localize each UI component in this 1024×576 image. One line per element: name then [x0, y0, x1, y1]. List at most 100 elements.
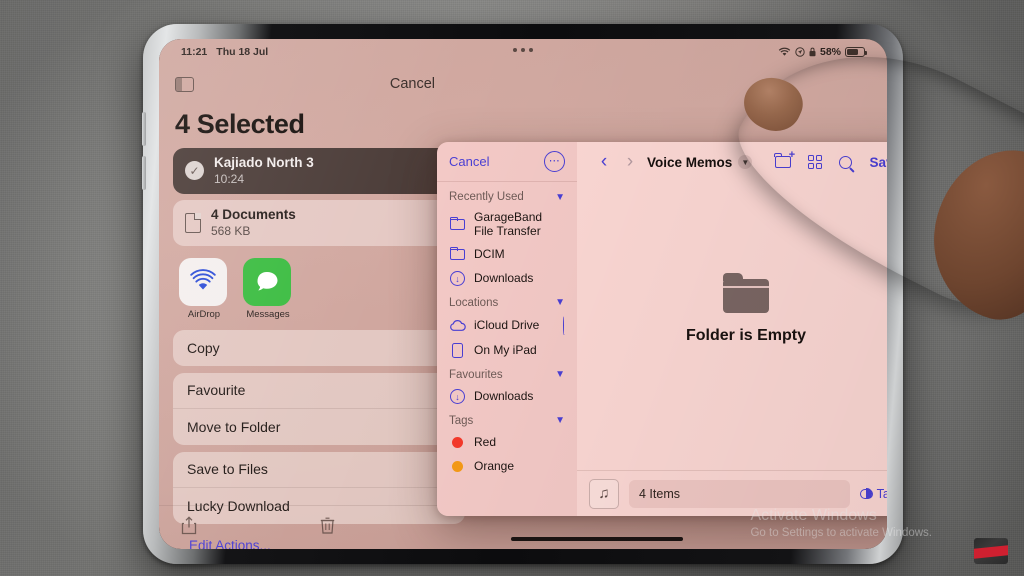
- battery-percent: 58%: [819, 46, 841, 58]
- empty-folder-state: Folder is Empty: [577, 182, 887, 470]
- cloud-icon: [449, 319, 466, 332]
- download-circle-icon: ↓: [449, 389, 466, 405]
- battery-icon: [845, 47, 868, 57]
- files-sidebar-scroll[interactable]: Recently Used ▼ GarageBand File Transfer…: [437, 182, 577, 516]
- ipad-screen: 11:21 Thu 18 Jul 58% Cancel 4 Selected ✓…: [159, 39, 887, 549]
- action-save-to-files[interactable]: Save to Files: [173, 452, 465, 488]
- share-target-label: Messages: [246, 308, 290, 320]
- chevron-down-icon[interactable]: ▼: [555, 192, 565, 203]
- checkmark-icon: ✓: [185, 161, 204, 181]
- filename-input[interactable]: 4 Items: [629, 479, 850, 508]
- sidebar-item-tag-orange[interactable]: Orange: [437, 455, 577, 479]
- sidebar-item-label: DCIM: [474, 246, 505, 261]
- share-target-messages[interactable]: Messages: [243, 257, 293, 320]
- ipad-bezel: 11:21 Thu 18 Jul 58% Cancel 4 Selected ✓…: [159, 39, 887, 549]
- status-bar: 11:21 Thu 18 Jul 58%: [159, 39, 887, 65]
- files-sidebar-header: Cancel ⋯: [437, 142, 577, 182]
- selected-recording-row[interactable]: ✓ Kajiado North 3 10:24: [173, 148, 465, 194]
- share-target-label: AirDrop: [187, 308, 221, 320]
- tags-label: Tags: [876, 486, 887, 501]
- page-title: 4 Selected: [175, 109, 305, 139]
- wifi-icon: [778, 47, 791, 57]
- airdrop-icon: [179, 257, 227, 306]
- sidebar-item-label: GarageBand File Transfer: [474, 210, 543, 238]
- section-header-tags[interactable]: Tags ▼: [437, 409, 577, 431]
- watermark-title: Activate Windows: [750, 506, 877, 524]
- grid-view-icon[interactable]: [807, 154, 823, 170]
- document-icon: [185, 212, 201, 233]
- tags-button[interactable]: Tags: [859, 486, 887, 501]
- section-header-recently-used[interactable]: Recently Used ▼: [437, 185, 577, 207]
- volume-up-button[interactable]: [142, 112, 146, 146]
- section-title: Locations: [449, 296, 499, 309]
- ipad-icon: [449, 343, 466, 359]
- save-button[interactable]: Save: [869, 155, 887, 170]
- sidebar-item-label: Orange: [474, 458, 515, 473]
- recording-time: 10:24: [214, 171, 245, 186]
- app-cancel-button[interactable]: Cancel: [390, 76, 435, 92]
- share-icon[interactable]: [181, 515, 197, 540]
- sidebar-item-downloads-favourite[interactable]: ↓ Downloads: [437, 385, 577, 409]
- files-content-pane: ‹ › Voice Memos ▼ Save: [577, 142, 887, 516]
- share-target-airdrop[interactable]: AirDrop: [179, 257, 229, 320]
- sidebar-item-label: Downloads: [474, 270, 534, 285]
- status-date: Thu 18 Jul: [216, 46, 269, 58]
- volume-down-button[interactable]: [142, 156, 146, 190]
- trash-icon[interactable]: [320, 516, 335, 540]
- sidebar-item-downloads-recent[interactable]: ↓ Downloads: [437, 267, 577, 291]
- chevron-right-icon[interactable]: ›: [617, 151, 643, 173]
- attachment-title: 4 Documents: [211, 206, 296, 222]
- tag-dot-icon: [449, 437, 466, 449]
- section-header-locations[interactable]: Locations ▼: [437, 291, 577, 313]
- channel-logo: [974, 538, 1008, 564]
- action-move-to-folder[interactable]: Move to Folder: [173, 409, 465, 445]
- section-header-favourites[interactable]: Favourites ▼: [437, 363, 577, 385]
- folder-large-icon: [723, 273, 769, 313]
- sidebar-item-label: iCloud Drive: [474, 317, 540, 332]
- messages-icon: [243, 257, 291, 306]
- chevron-down-icon[interactable]: ▼: [555, 369, 565, 380]
- sidebar-toggle-icon[interactable]: [175, 76, 194, 92]
- attachment-summary-row[interactable]: 4 Documents 568 KB: [173, 199, 465, 246]
- sidebar-item-label: Red: [474, 434, 497, 449]
- files-picker-dialog: Cancel ⋯ Recently Used ▼ GarageBand File…: [437, 142, 887, 516]
- action-favourite[interactable]: Favourite: [173, 373, 465, 409]
- dialog-cancel-button[interactable]: Cancel: [449, 154, 489, 169]
- sidebar-item-label: On My iPad: [474, 342, 537, 357]
- location-icon: [795, 47, 805, 57]
- share-sheet-panel: Cancel 4 Selected ✓ Kajiado North 3 10:2…: [159, 65, 479, 549]
- empty-folder-message: Folder is Empty: [685, 327, 807, 344]
- multitasking-handle[interactable]: [513, 48, 533, 52]
- scene-photograph: 11:21 Thu 18 Jul 58% Cancel 4 Selected ✓…: [0, 0, 1024, 576]
- action-copy[interactable]: Copy: [173, 330, 465, 366]
- sidebar-item-tag-red[interactable]: Red: [437, 431, 577, 455]
- sync-spinner-icon: [563, 315, 565, 335]
- more-ellipsis-icon[interactable]: ⋯: [544, 151, 565, 172]
- chevron-left-icon[interactable]: ‹: [591, 151, 617, 173]
- sidebar-item-label: Downloads: [474, 388, 534, 403]
- folder-icon: [449, 246, 466, 261]
- chevron-down-icon[interactable]: ▼: [555, 415, 565, 426]
- new-folder-icon[interactable]: [774, 150, 795, 168]
- lock-icon: [809, 47, 816, 57]
- search-icon[interactable]: [839, 155, 853, 169]
- app-bottom-toolbar: [159, 505, 479, 549]
- sidebar-item-dcim[interactable]: DCIM: [437, 243, 577, 267]
- ipad-device: 11:21 Thu 18 Jul 58% Cancel 4 Selected ✓…: [142, 24, 903, 564]
- action-group-2: Favourite Move to Folder: [173, 372, 465, 445]
- recording-name: Kajiado North 3: [214, 155, 314, 170]
- status-time: 11:21: [181, 46, 208, 58]
- download-circle-icon: ↓: [449, 271, 466, 287]
- section-title: Favourites: [449, 368, 503, 381]
- files-toolbar: ‹ › Voice Memos ▼ Save: [577, 142, 887, 182]
- attachment-size: 568 KB: [211, 223, 251, 238]
- action-group-1: Copy: [173, 329, 465, 366]
- music-note-icon: ♫: [589, 478, 619, 509]
- section-title: Tags: [449, 414, 474, 427]
- chevron-down-icon[interactable]: ▼: [555, 297, 565, 308]
- sidebar-item-garageband-file-transfer[interactable]: GarageBand File Transfer: [437, 207, 577, 243]
- share-targets-row: AirDrop Messages: [159, 252, 479, 324]
- sidebar-item-on-my-ipad[interactable]: On My iPad: [437, 339, 577, 363]
- sidebar-item-icloud-drive[interactable]: iCloud Drive: [437, 313, 577, 339]
- chevron-down-icon[interactable]: ▼: [738, 155, 753, 169]
